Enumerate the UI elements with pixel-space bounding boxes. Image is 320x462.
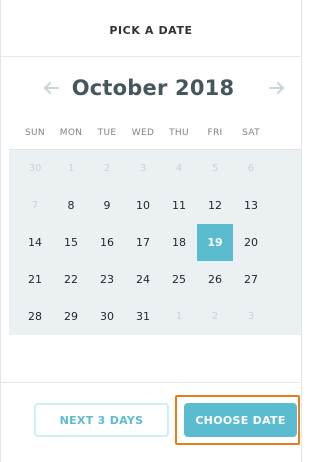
weekday-header: SUN MON TUE WED THU FRI SAT [17,118,301,148]
weekday-label: MON [59,128,83,138]
next-month-button[interactable] [263,75,291,103]
month-navigation: October 2018 [1,57,301,119]
day-cell-disabled: 5 [211,163,219,174]
days-grid: 30 1 2 3 4 5 6 7 8 9 10 11 12 13 14 15 1… [9,149,301,335]
date-picker-header: PICK A DATE [1,0,301,57]
arrow-left-icon [42,80,60,99]
weekday-label: FRI [207,128,223,138]
footer-divider [1,382,301,383]
day-cell-outside-month: 30 [28,163,42,174]
day-cell-disabled: 2 [103,163,111,174]
day-cell[interactable]: 9 [89,187,125,224]
weekday-label: TUE [97,128,117,138]
day-cell-disabled: 6 [247,163,255,174]
day-cell-outside-month: 1 [175,311,183,322]
day-cell-outside-month: 3 [247,311,255,322]
day-cell[interactable]: 31 [125,298,161,335]
day-cell[interactable]: 21 [17,261,53,298]
day-cell[interactable]: 26 [197,261,233,298]
month-label: October 2018 [71,76,235,100]
day-cell-disabled: 7 [31,200,39,211]
day-cell[interactable]: 14 [17,224,53,261]
day-cell-outside-month: 2 [211,311,219,322]
day-cell[interactable]: 23 [89,261,125,298]
weekday-label: THU [169,128,189,138]
day-cell[interactable]: 27 [233,261,269,298]
day-cell[interactable]: 11 [161,187,197,224]
prev-month-button[interactable] [37,75,65,103]
day-cell[interactable]: 17 [125,224,161,261]
day-cell[interactable]: 20 [233,224,269,261]
choose-date-button-label: CHOOSE DATE [195,413,286,427]
day-cell[interactable]: 10 [125,187,161,224]
day-cell[interactable]: 15 [53,224,89,261]
page-title: PICK A DATE [109,23,193,37]
date-picker-panel: PICK A DATE October 2018 SUN MON TUE WED [0,0,302,462]
arrow-right-icon [268,80,286,99]
weekday-label: SUN [25,128,45,138]
day-cell-selected[interactable]: 19 [197,224,233,261]
day-cell[interactable]: 22 [53,261,89,298]
day-cell-disabled: 3 [139,163,147,174]
calendar-grid: SUN MON TUE WED THU FRI SAT 30 1 2 3 4 5… [9,118,301,335]
day-cell[interactable]: 30 [89,298,125,335]
day-cell[interactable]: 8 [53,187,89,224]
weekday-label: WED [131,128,155,138]
day-cell[interactable]: 28 [17,298,53,335]
weekday-label: SAT [242,128,260,138]
day-cell-disabled: 1 [67,163,75,174]
choose-date-button[interactable]: CHOOSE DATE [175,395,300,445]
day-cell[interactable]: 12 [197,187,233,224]
day-cell[interactable]: 16 [89,224,125,261]
day-cell-disabled: 4 [175,163,183,174]
day-cell[interactable]: 18 [161,224,197,261]
next-3-days-button[interactable]: NEXT 3 DAYS [34,403,169,437]
day-cell[interactable]: 29 [53,298,89,335]
day-cell[interactable]: 24 [125,261,161,298]
day-cell[interactable]: 25 [161,261,197,298]
day-cell[interactable]: 13 [233,187,269,224]
